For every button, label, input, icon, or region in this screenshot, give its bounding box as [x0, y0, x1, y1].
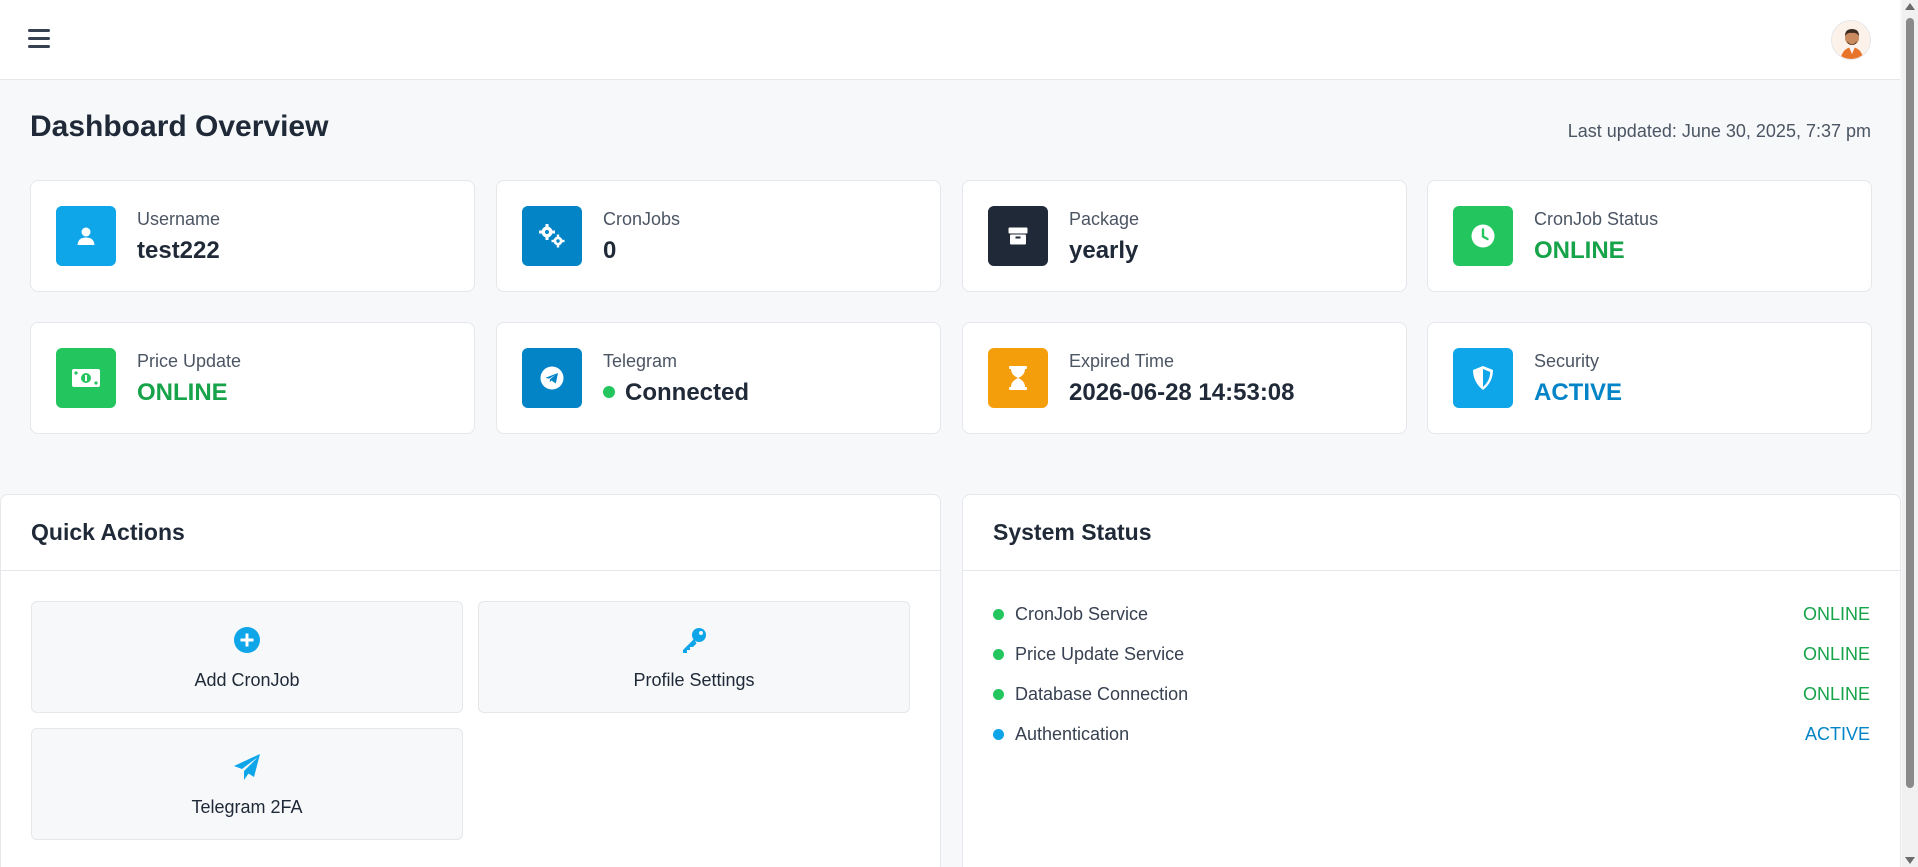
quick-actions-header: Quick Actions — [1, 495, 940, 571]
page-scrollbar[interactable] — [1902, 0, 1918, 867]
status-value: ONLINE — [1802, 684, 1870, 704]
stat-label: Package — [1069, 209, 1140, 229]
stat-value: test222 — [137, 237, 220, 264]
status-dot — [993, 609, 1004, 620]
stat-card-package: Package yearly — [962, 180, 1407, 292]
hourglass-icon — [988, 348, 1048, 408]
stat-value: ONLINE — [1534, 237, 1625, 264]
money-icon — [56, 348, 116, 408]
stat-card-telegram: Telegram Connected — [496, 322, 941, 434]
stat-value: Connected — [625, 379, 750, 406]
status-name: Price Update Service — [1015, 644, 1185, 664]
stat-card-cronjobs: CronJobs 0 — [496, 180, 941, 292]
system-status-header: System Status — [963, 495, 1900, 571]
status-value: ACTIVE — [1804, 724, 1870, 744]
page-title: Dashboard Overview — [30, 110, 329, 143]
stat-value: ONLINE — [137, 379, 228, 406]
connected-status-dot — [603, 385, 615, 398]
status-row-authentication: Authentication ACTIVE — [993, 723, 1870, 747]
stat-label: CronJobs — [603, 209, 681, 229]
box-icon — [988, 206, 1048, 266]
stat-label: Expired Time — [1069, 351, 1175, 371]
clock-icon — [1453, 206, 1513, 266]
stat-label: Price Update — [137, 351, 242, 371]
paper-plane-icon — [234, 754, 260, 780]
scrollbar-thumb[interactable] — [1906, 18, 1914, 788]
status-value: ONLINE — [1802, 644, 1870, 664]
key-icon — [683, 628, 706, 653]
user-icon — [56, 206, 116, 266]
status-dot — [993, 689, 1004, 700]
last-updated-text: Last updated: June 30, 2025, 7:37 pm — [1567, 121, 1871, 141]
stat-value-with-dot: Connected — [603, 379, 749, 407]
quick-actions-panel: Quick Actions Add CronJob Profile Settin… — [0, 494, 941, 867]
gears-icon — [522, 206, 582, 266]
stat-label: CronJob Status — [1534, 209, 1659, 229]
profile-settings-button[interactable]: Profile Settings — [478, 601, 910, 713]
stat-value: yearly — [1069, 237, 1139, 264]
plus-circle-icon — [234, 627, 260, 653]
stat-value: 2026-06-28 14:53:08 — [1069, 379, 1295, 406]
stat-card-security: Security ACTIVE — [1427, 322, 1872, 434]
status-value: ONLINE — [1802, 604, 1870, 624]
status-name: Database Connection — [1015, 684, 1189, 704]
add-cronjob-button[interactable]: Add CronJob — [31, 601, 463, 713]
system-status-title: System Status — [993, 519, 1152, 545]
status-row-price-update-service: Price Update Service ONLINE — [993, 643, 1870, 667]
stat-card-expired-time: Expired Time 2026-06-28 14:53:08 — [962, 322, 1407, 434]
add-cronjob-label: Add CronJob — [194, 670, 300, 690]
top-navbar — [0, 0, 1900, 80]
status-name: Authentication — [1015, 724, 1130, 744]
hamburger-menu-icon[interactable] — [28, 29, 50, 49]
stat-card-username: Username test222 — [30, 180, 475, 292]
status-dot — [993, 729, 1004, 740]
status-row-database-connection: Database Connection ONLINE — [993, 683, 1870, 707]
quick-actions-title: Quick Actions — [31, 519, 185, 545]
telegram-2fa-label: Telegram 2FA — [191, 797, 303, 817]
system-status-panel: System Status CronJob Service ONLINE Pri… — [962, 494, 1901, 867]
profile-settings-label: Profile Settings — [633, 670, 755, 690]
scroll-down-arrow-icon[interactable] — [1905, 857, 1915, 864]
telegram-2fa-button[interactable]: Telegram 2FA — [31, 728, 463, 840]
shield-icon — [1453, 348, 1513, 408]
stat-card-price-update: Price Update ONLINE — [30, 322, 475, 434]
stat-label: Security — [1534, 351, 1600, 371]
status-dot — [993, 649, 1004, 660]
stat-value: ACTIVE — [1534, 379, 1623, 406]
user-avatar[interactable] — [1831, 20, 1871, 60]
stat-label: Username — [137, 209, 221, 229]
status-name: CronJob Service — [1015, 604, 1149, 624]
stat-card-cronjob-status: CronJob Status ONLINE — [1427, 180, 1872, 292]
telegram-icon — [522, 348, 582, 408]
stat-label: Telegram — [603, 351, 678, 371]
status-row-cronjob-service: CronJob Service ONLINE — [993, 603, 1870, 627]
scroll-up-arrow-icon[interactable] — [1905, 3, 1915, 10]
stat-value: 0 — [603, 237, 617, 264]
